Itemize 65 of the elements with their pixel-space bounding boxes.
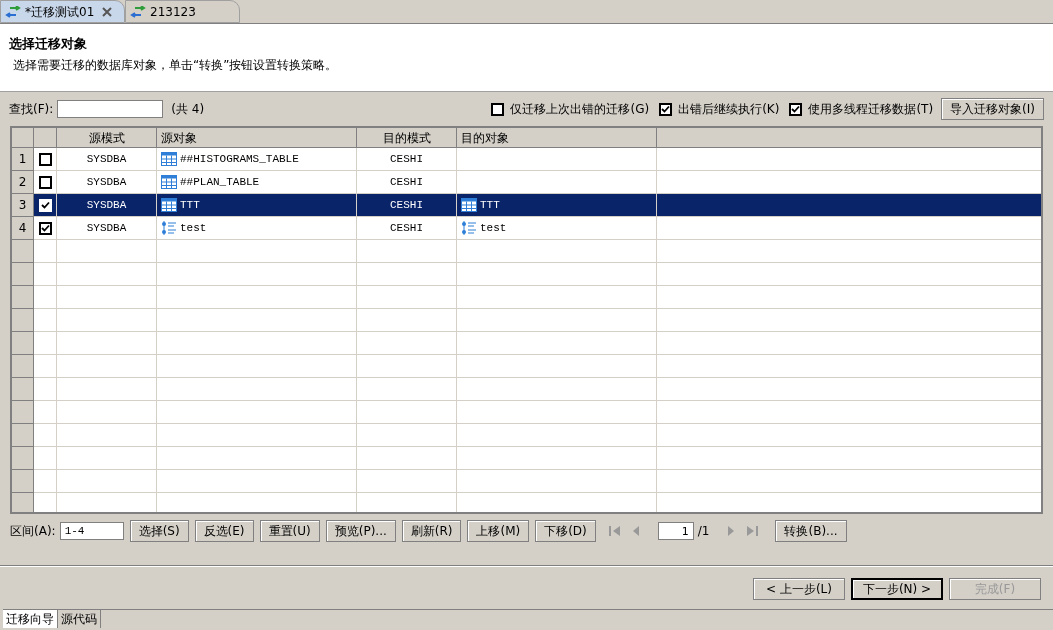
result-count: (共 4) bbox=[171, 101, 205, 118]
page-field[interactable]: 1 bbox=[657, 522, 694, 540]
list-icon bbox=[161, 221, 177, 235]
table-icon bbox=[161, 152, 177, 166]
wizard-button[interactable]: < 上一步(L) bbox=[753, 578, 845, 600]
checkbox[interactable] bbox=[38, 221, 52, 235]
search-label: 查找(F): bbox=[9, 101, 54, 118]
table-row[interactable]: 1 SYSDBA ##HISTOGRAMS_TABLE CESHI bbox=[12, 148, 1041, 171]
column-header[interactable]: 目的模式 bbox=[357, 128, 457, 147]
editor-tab[interactable]: 213123 bbox=[125, 0, 240, 23]
checkbox[interactable] bbox=[38, 152, 52, 166]
checkbox[interactable] bbox=[659, 102, 673, 116]
row-number: 3 bbox=[12, 194, 34, 217]
page-total: /1 bbox=[697, 523, 710, 540]
table-cell: CESHI bbox=[357, 148, 457, 171]
table-cell: CESHI bbox=[357, 217, 457, 240]
page-title: 选择迁移对象 bbox=[9, 35, 88, 53]
column-header[interactable]: 源模式 bbox=[57, 128, 157, 147]
action-button[interactable]: 重置(U) bbox=[259, 520, 320, 542]
table-icon bbox=[161, 175, 177, 189]
table-row[interactable]: 4 SYSDBA test CESHI test bbox=[12, 217, 1041, 240]
range-label: 区间(A): bbox=[10, 523, 56, 540]
bottom-tab[interactable]: 源代码 bbox=[58, 610, 101, 628]
table-cell-text: ##PLAN_TABLE bbox=[180, 174, 260, 190]
swap-arrows-icon bbox=[130, 5, 146, 18]
table-icon bbox=[461, 198, 477, 212]
range-field[interactable]: 1-4 bbox=[59, 522, 124, 540]
option-label: 出错后继续执行(K) bbox=[678, 101, 780, 118]
action-button[interactable]: 刷新(R) bbox=[401, 520, 462, 542]
action-button[interactable]: 下移(D) bbox=[535, 520, 596, 542]
import-button[interactable]: 导入迁移对象(I) bbox=[941, 98, 1044, 120]
action-button[interactable]: 反选(E) bbox=[194, 520, 254, 542]
table-row[interactable]: 3 SYSDBA TTT CESHI TTT bbox=[12, 194, 1041, 217]
row-number: 1 bbox=[12, 148, 34, 171]
table-cell-text: test bbox=[480, 220, 507, 236]
table-cell: SYSDBA bbox=[57, 148, 157, 171]
table-cell-text: ##HISTOGRAMS_TABLE bbox=[180, 151, 299, 167]
row-number: 4 bbox=[12, 217, 34, 240]
table-icon bbox=[161, 198, 177, 212]
checkbox[interactable] bbox=[491, 102, 505, 116]
option-label: 使用多线程迁移数据(T) bbox=[808, 101, 934, 118]
table-cell: SYSDBA bbox=[57, 217, 157, 240]
table-cell-text: test bbox=[180, 220, 207, 236]
column-header[interactable]: 目的对象 bbox=[457, 128, 657, 147]
close-icon[interactable] bbox=[102, 6, 113, 17]
table-cell-text: TTT bbox=[180, 197, 200, 213]
table-cell-text: TTT bbox=[480, 197, 500, 213]
row-number: 2 bbox=[12, 171, 34, 194]
list-icon bbox=[461, 221, 477, 235]
search-field[interactable] bbox=[57, 100, 164, 118]
action-button[interactable]: 选择(S) bbox=[129, 520, 189, 542]
option-label: 仅迁移上次出错的迁移(G) bbox=[510, 101, 650, 118]
convert-button[interactable]: 转换(B)... bbox=[775, 520, 847, 542]
wizard-button[interactable]: 下一步(N) > bbox=[851, 578, 943, 600]
table-cell: SYSDBA bbox=[57, 194, 157, 217]
column-header[interactable]: 源对象 bbox=[157, 128, 357, 147]
checkbox[interactable] bbox=[38, 175, 52, 189]
editor-tab[interactable]: *迁移测试01 bbox=[0, 0, 125, 23]
bottom-tab[interactable]: 迁移向导 bbox=[3, 610, 58, 628]
checkbox[interactable] bbox=[789, 102, 803, 116]
swap-arrows-icon bbox=[5, 5, 21, 18]
action-button[interactable]: 预览(P)... bbox=[325, 520, 396, 542]
table-cell: CESHI bbox=[357, 194, 457, 217]
action-button[interactable]: 上移(M) bbox=[467, 520, 530, 542]
page-description: 选择需要迁移的数据库对象，单击“转换”按钮设置转换策略。 bbox=[12, 56, 339, 74]
